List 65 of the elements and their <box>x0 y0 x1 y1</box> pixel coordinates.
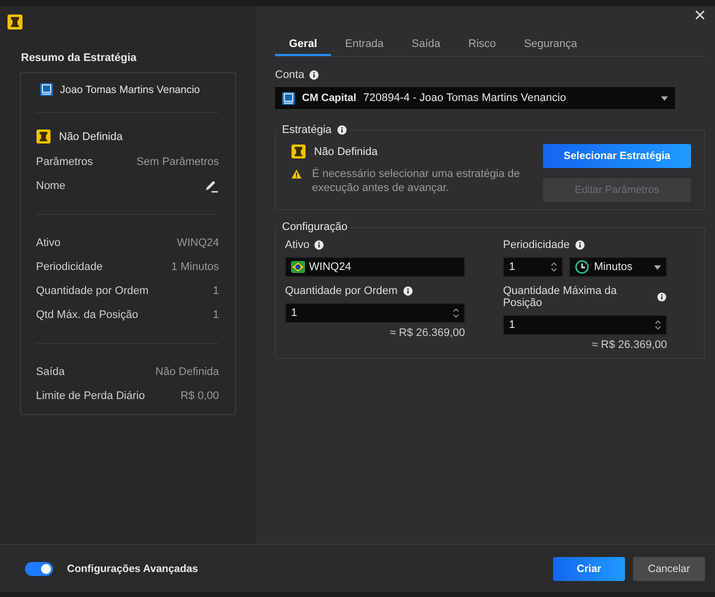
strategy-name: Não Definida <box>314 146 378 158</box>
clock-icon <box>575 260 589 274</box>
info-icon <box>402 286 413 296</box>
tab[interactable]: Entrada <box>345 38 384 56</box>
summary-value: Sem Parâmetros <box>136 156 219 168</box>
field-label: Conta <box>275 69 304 81</box>
close-icon[interactable] <box>695 10 705 20</box>
summary-value: WINQ24 <box>176 237 219 249</box>
stepper-icon <box>551 262 557 272</box>
estimate-value: ≈ R$ 26.369,00 <box>592 339 667 351</box>
tab[interactable]: Segurança <box>524 38 578 56</box>
pencil-icon[interactable] <box>204 180 219 192</box>
dialog-button[interactable]: Criar <box>553 556 625 580</box>
info-icon <box>657 292 667 302</box>
number-field[interactable]: 1 <box>503 257 563 277</box>
number-field[interactable]: 1 <box>503 315 667 335</box>
summary-value: 1 Minutos <box>171 261 219 273</box>
summary-label: Limite de Perda Diário <box>36 390 145 402</box>
account-name: Joao Tomas Martins Venancio <box>60 84 200 96</box>
group-title: Estratégia <box>282 124 332 136</box>
number-field[interactable]: 1 <box>285 303 465 323</box>
caret-icon <box>654 264 661 270</box>
info-icon <box>309 70 320 80</box>
tab[interactable]: Risco <box>468 38 496 56</box>
rook-icon <box>291 144 306 159</box>
group-title: Configuração <box>282 221 348 233</box>
info-icon <box>314 240 324 250</box>
stepper-icon <box>655 320 661 330</box>
tab[interactable]: Saída <box>412 38 440 56</box>
tab[interactable]: Geral <box>275 38 332 56</box>
summary-value: R$ 0,00 <box>180 390 219 402</box>
account-number: 720894-4 - Joao Tomas Martins Venancio <box>363 92 568 104</box>
summary-label: Ativo <box>36 237 60 249</box>
flag-icon <box>291 261 305 273</box>
strategy-button[interactable]: Selecionar Estratégia <box>543 144 691 168</box>
field-label: Quantidade por Ordem <box>285 285 398 297</box>
stepper-icon <box>453 308 459 318</box>
toggle-switch[interactable] <box>25 562 53 576</box>
asset-field[interactable]: WINQ24 <box>285 257 465 277</box>
estimate-value: ≈ R$ 26.369,00 <box>390 327 465 339</box>
summary-label: Saída <box>36 366 65 378</box>
field-label: Quantidade Máxima da Posição <box>503 285 618 309</box>
summary-value: Não Definida <box>155 366 219 378</box>
strategy-name: Não Definida <box>59 130 123 142</box>
summary-label: Nome <box>36 180 66 192</box>
rook-icon <box>7 14 23 30</box>
summary-label: Parâmetros <box>36 156 93 168</box>
field-label: Ativo <box>285 239 310 251</box>
summary-value: 1 <box>212 285 219 297</box>
unit-dropdown[interactable]: Minutos <box>569 257 667 277</box>
summary-label: Qtd Máx. da Posição <box>36 309 138 321</box>
warning-icon <box>291 169 302 179</box>
panel-title: Resumo da Estratégia <box>21 52 138 64</box>
caret-icon <box>661 96 668 100</box>
toggle-label: Configurações Avançadas <box>67 562 198 574</box>
summary-value: 1 <box>212 309 219 321</box>
field-label: Periodicidade <box>503 239 570 251</box>
dialog-button[interactable]: Cancelar <box>633 556 705 580</box>
broker-name: CM Capital <box>302 92 356 104</box>
rook-icon <box>36 129 51 144</box>
warning-text: É necessário selecionar uma estratégia de execução antes de avançar. <box>312 167 521 195</box>
summary-label: Periodicidade <box>36 261 103 273</box>
summary-label: Quantidade por Ordem <box>36 285 149 297</box>
info-icon <box>574 240 585 250</box>
account-dropdown[interactable]: CM Capital 720894-4 - Joao Tomas Martins Venancio <box>275 87 675 109</box>
